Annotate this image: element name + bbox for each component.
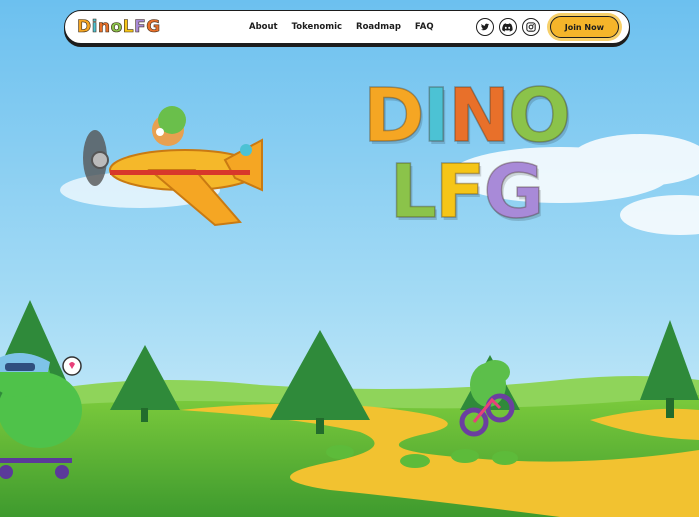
site-logo[interactable]: DinoLFG <box>77 17 217 38</box>
nav-link-faq[interactable]: FAQ <box>415 22 434 32</box>
background-scene <box>0 0 699 517</box>
nav-link-about[interactable]: About <box>249 22 278 32</box>
dino-scooter-illustration <box>0 353 82 479</box>
join-now-button[interactable]: Join Now <box>549 16 619 38</box>
nav-link-tokenomic[interactable]: Tokenomic <box>292 22 342 32</box>
social-links <box>475 18 540 36</box>
discord-icon[interactable] <box>498 18 517 36</box>
instagram-icon[interactable] <box>521 18 540 36</box>
twitter-icon[interactable] <box>475 18 494 36</box>
nav-menu: About Tokenomic Roadmap FAQ <box>249 22 434 32</box>
nav-link-roadmap[interactable]: Roadmap <box>356 22 401 32</box>
navbar: DinoLFG About Tokenomic Roadmap FAQ Join… <box>64 10 630 44</box>
hero-title-line-2: LFG <box>389 149 545 235</box>
hero-title: DINO LFG <box>362 73 571 235</box>
hero-title-line-1: DINO <box>362 73 571 159</box>
